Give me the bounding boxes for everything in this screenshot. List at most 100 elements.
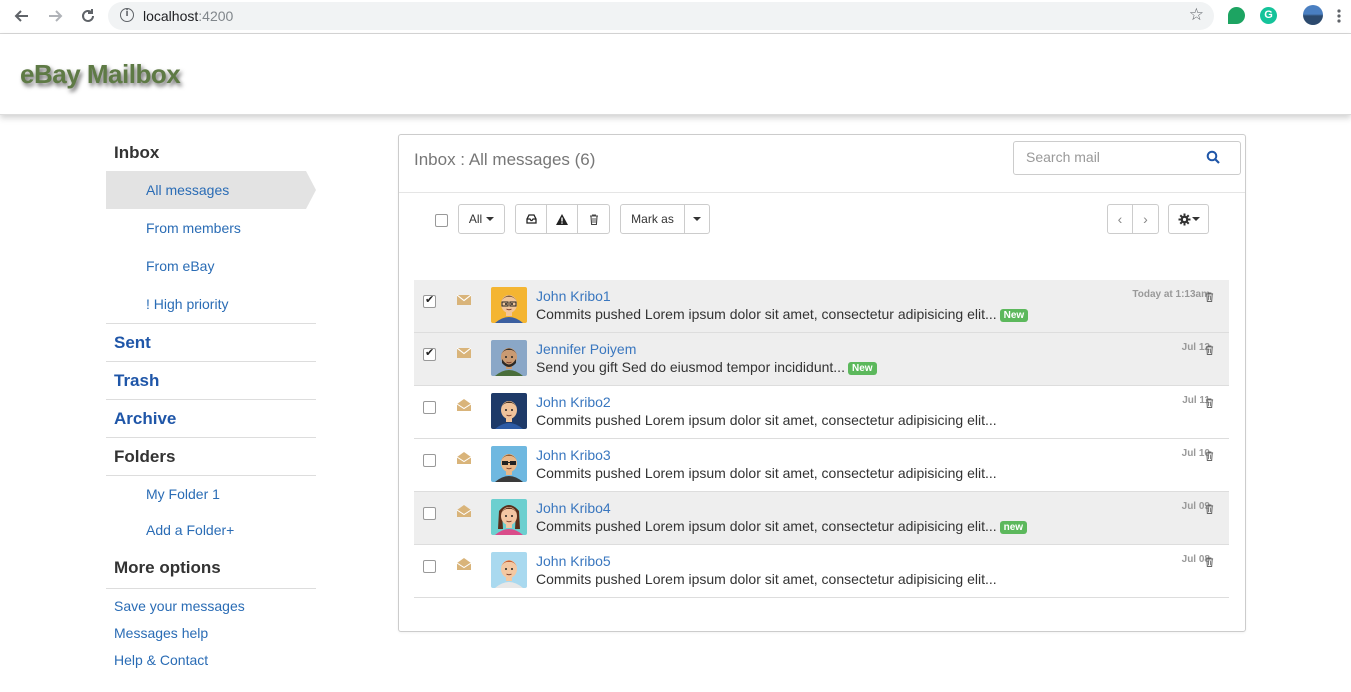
sidebar-item-archive[interactable]: Archive xyxy=(106,400,316,437)
envelope-open-icon[interactable] xyxy=(456,398,472,416)
sidebar-item-from-ebay[interactable]: From eBay xyxy=(106,247,316,285)
help-contact-link[interactable]: Help & Contact xyxy=(106,647,316,674)
message-date: Today at 1:13am xyxy=(1132,289,1210,300)
sender-name[interactable]: John Kribo3 xyxy=(536,447,611,463)
info-icon[interactable]: i xyxy=(120,8,134,22)
sender-name[interactable]: John Kribo4 xyxy=(536,500,611,516)
sidebar-item-my-folder-1[interactable]: My Folder 1 xyxy=(106,476,316,512)
back-arrow-icon[interactable] xyxy=(10,0,34,32)
avatar xyxy=(491,393,527,429)
inbox-heading[interactable]: Inbox xyxy=(106,134,316,171)
message-preview[interactable]: Send you gift Sed do eiusmod tempor inci… xyxy=(536,359,877,375)
message-checkbox[interactable] xyxy=(423,454,436,467)
mark-as-dropdown: Mark as xyxy=(620,204,710,234)
grammarly-icon[interactable]: G xyxy=(1260,7,1277,24)
sidebar-item-from-members[interactable]: From members xyxy=(106,209,316,247)
trash-icon[interactable] xyxy=(1205,501,1214,519)
sender-name[interactable]: John Kribo5 xyxy=(536,553,611,569)
envelope-open-icon[interactable] xyxy=(456,504,472,522)
sidebar-item-all-messages[interactable]: All messages xyxy=(106,171,316,209)
caret-down-icon xyxy=(1191,217,1200,221)
report-spam-button[interactable] xyxy=(547,205,578,233)
envelope-icon[interactable] xyxy=(456,345,472,363)
caret-down-icon xyxy=(693,217,701,221)
address-bar[interactable]: i localhost:4200 ☆ xyxy=(108,2,1214,30)
message-checkbox[interactable] xyxy=(423,560,436,573)
save-messages-link[interactable]: Save your messages xyxy=(106,593,316,620)
sender-name[interactable]: John Kribo1 xyxy=(536,288,611,304)
trash-icon[interactable] xyxy=(1205,342,1214,360)
preview-text: Commits pushed Lorem ipsum dolor sit ame… xyxy=(536,412,997,428)
message-preview[interactable]: Commits pushed Lorem ipsum dolor sit ame… xyxy=(536,306,1029,322)
message-preview[interactable]: Commits pushed Lorem ipsum dolor sit ame… xyxy=(536,571,997,587)
new-badge: New xyxy=(847,362,877,375)
avatar xyxy=(491,340,527,376)
message-checkbox[interactable] xyxy=(423,401,436,414)
trash-icon[interactable] xyxy=(1205,448,1214,466)
delete-button[interactable] xyxy=(578,205,609,233)
gear-icon xyxy=(1178,213,1190,225)
message-preview[interactable]: Commits pushed Lorem ipsum dolor sit ame… xyxy=(536,412,997,428)
prev-page-button[interactable]: ‹ xyxy=(1108,205,1133,233)
mail-toolbar: All Mark as ‹ › xyxy=(399,204,1245,234)
envelope-icon[interactable] xyxy=(456,292,472,310)
forward-arrow-icon[interactable] xyxy=(43,0,67,32)
extension-icon[interactable] xyxy=(1228,7,1245,24)
sidebar-item-high-priority[interactable]: ! High priority xyxy=(106,285,316,323)
select-filter-label: All xyxy=(468,212,483,226)
sender-name[interactable]: John Kribo2 xyxy=(536,394,611,410)
sidebar-item-trash[interactable]: Trash xyxy=(106,362,316,399)
mark-as-button[interactable]: Mark as xyxy=(621,205,685,233)
settings-dropdown[interactable] xyxy=(1168,204,1209,234)
app-header: eBay Mailbox xyxy=(0,34,1351,115)
message-row[interactable]: John Kribo1 Commits pushed Lorem ipsum do… xyxy=(414,280,1229,333)
avatar xyxy=(491,552,527,588)
avatar xyxy=(491,287,527,323)
message-checkbox[interactable] xyxy=(423,346,436,361)
logo[interactable]: eBay Mailbox xyxy=(20,59,181,90)
inbox-tray-icon xyxy=(525,214,537,224)
caret-down-icon xyxy=(486,217,495,221)
message-row[interactable]: John Kribo3 Commits pushed Lorem ipsum do… xyxy=(414,439,1229,492)
message-row[interactable]: John Kribo4 Commits pushed Lorem ipsum do… xyxy=(414,492,1229,545)
profile-avatar[interactable] xyxy=(1303,5,1323,25)
next-page-button[interactable]: › xyxy=(1133,205,1158,233)
message-row[interactable]: Jennifer Poiyem Send you gift Sed do eius… xyxy=(414,333,1229,386)
sidebar-item-sent[interactable]: Sent xyxy=(106,324,316,361)
trash-icon[interactable] xyxy=(1205,554,1214,572)
panel-header: Inbox : All messages (6) xyxy=(399,135,1245,193)
browser-toolbar: i localhost:4200 ☆ G xyxy=(0,0,1351,34)
message-row[interactable]: John Kribo5 Commits pushed Lorem ipsum do… xyxy=(414,545,1229,598)
search-icon[interactable] xyxy=(1206,150,1220,169)
url-text: localhost:4200 xyxy=(143,8,233,24)
message-preview[interactable]: Commits pushed Lorem ipsum dolor sit ame… xyxy=(536,465,997,481)
preview-text: Commits pushed Lorem ipsum dolor sit ame… xyxy=(536,571,997,587)
sender-name[interactable]: Jennifer Poiyem xyxy=(536,341,636,357)
messages-help-link[interactable]: Messages help xyxy=(106,620,316,647)
warning-icon xyxy=(556,213,568,225)
reload-icon[interactable] xyxy=(76,0,100,32)
sidebar: Inbox All messages From members From eBa… xyxy=(106,134,316,674)
message-checkbox[interactable] xyxy=(423,293,436,308)
archive-button[interactable] xyxy=(516,205,547,233)
message-checkbox[interactable] xyxy=(423,507,436,520)
search-input[interactable] xyxy=(1026,142,1206,172)
more-options-heading: More options xyxy=(114,558,221,577)
bookmark-star-icon[interactable]: ☆ xyxy=(1189,5,1204,25)
menu-kebab-icon[interactable] xyxy=(1332,0,1346,32)
preview-text: Commits pushed Lorem ipsum dolor sit ame… xyxy=(536,518,997,534)
message-preview[interactable]: Commits pushed Lorem ipsum dolor sit ame… xyxy=(536,518,1028,534)
add-folder-link[interactable]: Add a Folder+ xyxy=(106,512,316,548)
url-port: :4200 xyxy=(198,8,234,24)
folders-heading: Folders xyxy=(114,447,176,466)
select-filter-dropdown[interactable]: All xyxy=(458,204,505,234)
envelope-open-icon[interactable] xyxy=(456,451,472,469)
mark-as-caret-button[interactable] xyxy=(685,205,709,233)
new-badge: New xyxy=(999,309,1029,322)
message-row[interactable]: John Kribo2 Commits pushed Lorem ipsum do… xyxy=(414,386,1229,439)
pagination-group: ‹ › xyxy=(1107,204,1159,234)
envelope-open-icon[interactable] xyxy=(456,557,472,575)
select-all-checkbox[interactable] xyxy=(435,214,448,227)
trash-icon[interactable] xyxy=(1205,289,1214,307)
trash-icon[interactable] xyxy=(1205,395,1214,413)
